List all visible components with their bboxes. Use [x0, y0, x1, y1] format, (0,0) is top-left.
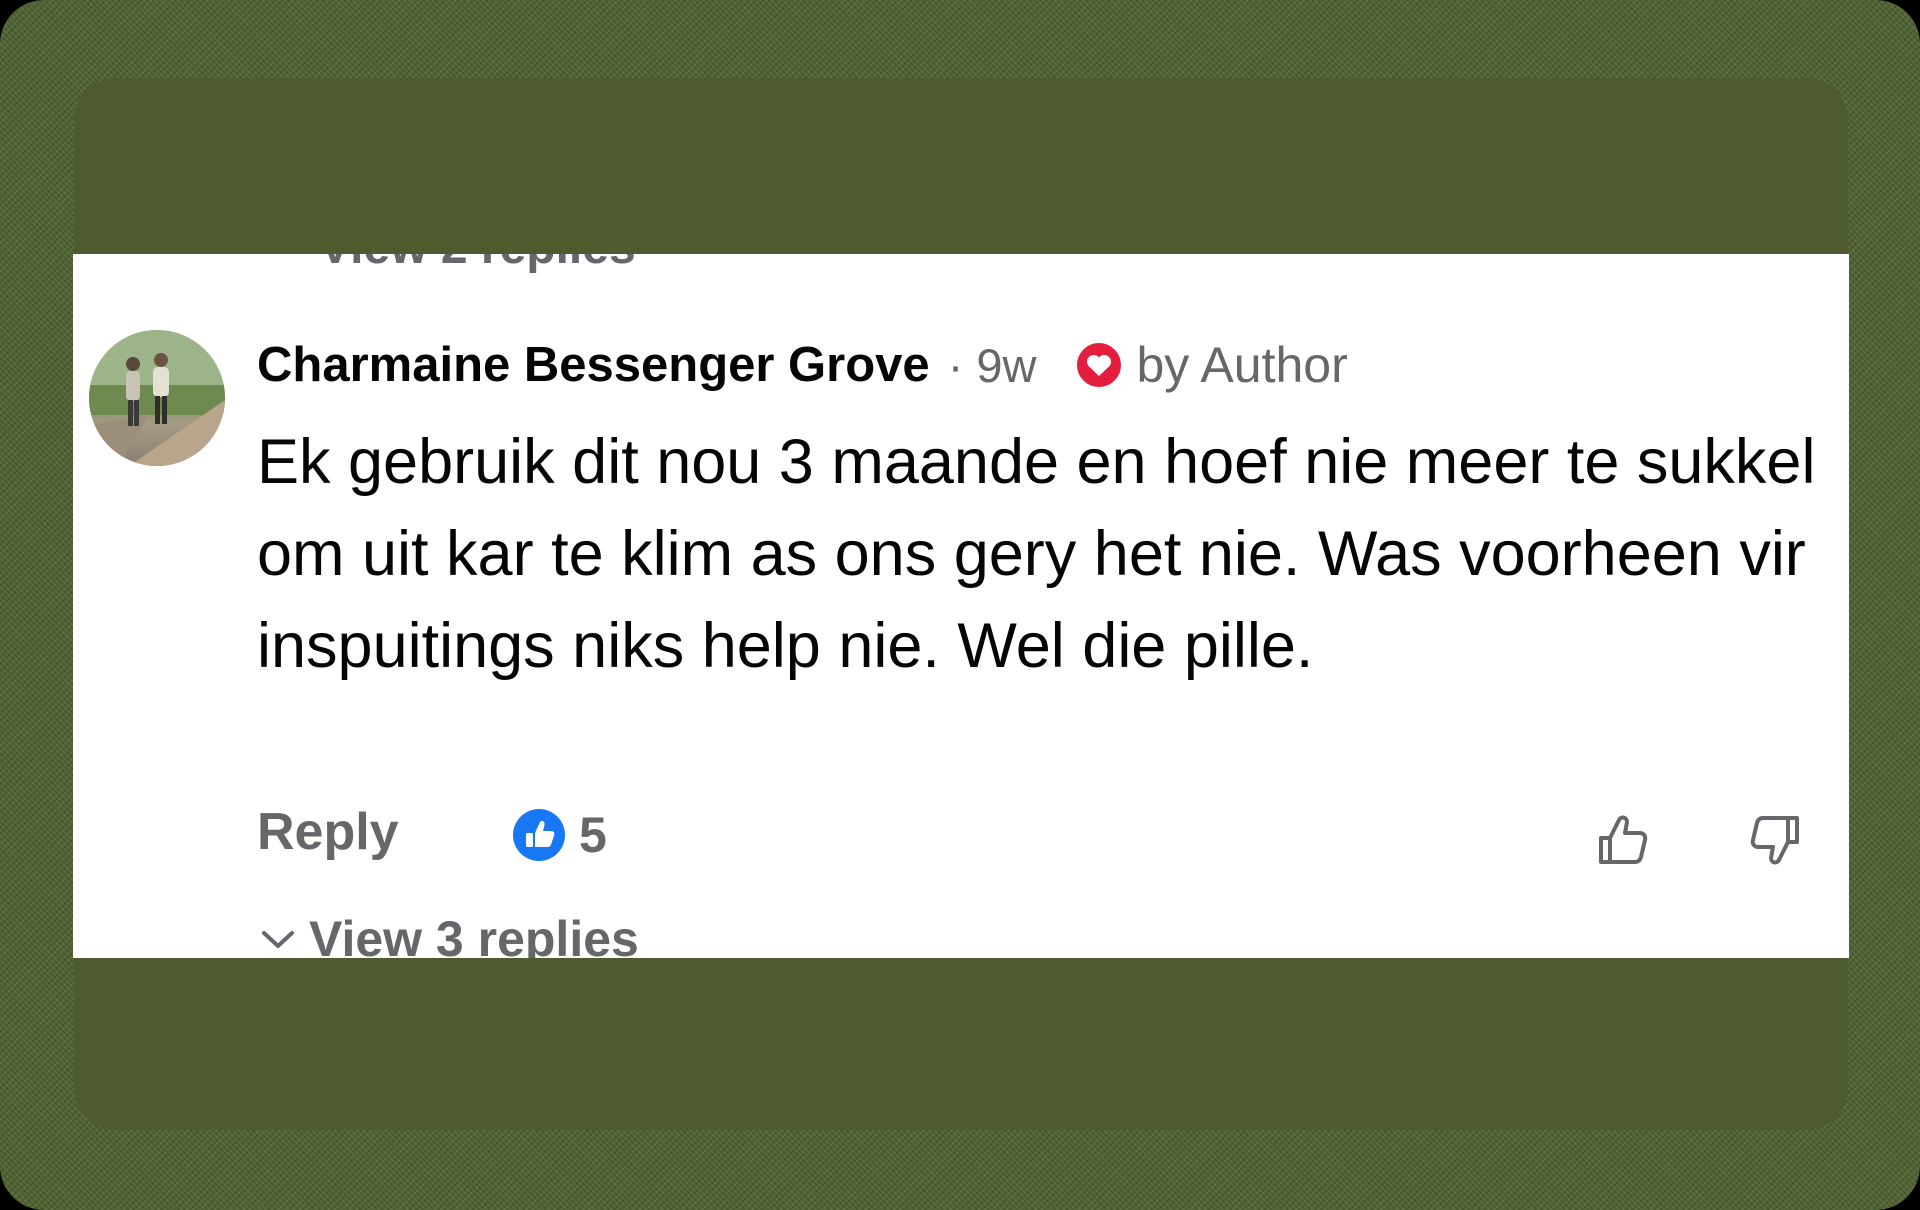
screenshot-frame: View 2 replies Charmaine Bessenger Grove… [0, 0, 1920, 1210]
previous-view-replies-link[interactable]: View 2 replies [319, 254, 636, 275]
comment-card: View 2 replies Charmaine Bessenger Grove… [73, 254, 1849, 958]
view-replies-link[interactable]: View 3 replies [257, 910, 639, 958]
reaction-count: 5 [579, 807, 607, 863]
author-name[interactable]: Charmaine Bessenger Grove [257, 337, 930, 393]
badge-label: by Author [1136, 337, 1348, 393]
thumbs-down-icon[interactable] [1745, 810, 1805, 870]
reply-button[interactable]: Reply [257, 802, 399, 862]
comment-timestamp[interactable]: · 9w [948, 338, 1037, 393]
heart-icon [1075, 341, 1124, 389]
reaction-summary[interactable]: 5 [511, 806, 607, 864]
liked-by-author-badge: by Author [1074, 336, 1348, 394]
comment-body: Ek gebruik dit nou 3 maande en hoef nie … [257, 427, 1816, 681]
avatar-photo [89, 330, 225, 466]
comment-header: Charmaine Bessenger Grove · 9w by Author [257, 330, 1348, 400]
like-icon [513, 809, 565, 861]
thumbs-up-icon[interactable] [1593, 810, 1653, 870]
avatar[interactable] [89, 330, 225, 466]
view-replies-label: View 3 replies [309, 911, 639, 958]
chevron-down-icon [262, 931, 294, 948]
